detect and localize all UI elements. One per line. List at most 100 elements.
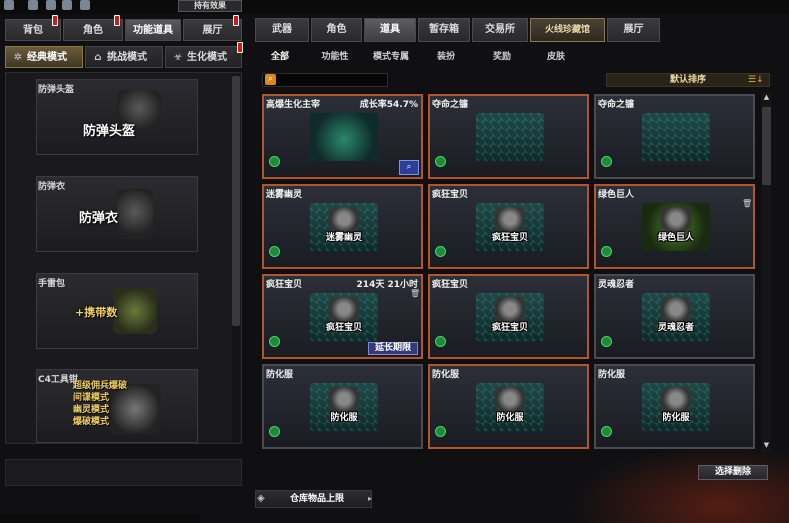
inventory-card[interactable]: 夺命之镰 [428,94,589,179]
item-type-icon [269,426,280,437]
character-portrait [310,203,378,251]
tab-role[interactable]: 角色 [311,18,362,42]
inventory-scroll-thumb[interactable] [762,107,771,185]
storage-limit-button[interactable]: 仓库物品上限 [255,490,372,508]
vest-icon [117,189,153,239]
slot-title: 防弹衣 [38,182,66,192]
growth-rate: 成长率54.7% [359,100,418,110]
portrait-label: 疯狂宝贝 [325,323,362,333]
slot-name: 防弹衣 [79,211,119,226]
item-type-icon [269,156,280,167]
character-portrait [310,293,378,341]
inventory-card[interactable]: 绿色巨人 🗑 绿色巨人 [594,184,755,269]
slot-name: +携带数 [75,306,118,319]
tab-weapons[interactable]: 武器 [255,18,309,42]
inventory-card[interactable]: 防化服 防化服 [262,364,423,449]
fire-decoration [560,440,789,523]
subtab-functional[interactable]: 功能性 [312,49,358,63]
c4-mode-line: 间谍模式 [73,393,110,403]
vest-slot[interactable]: 防弹衣 防弹衣 [36,176,198,252]
portrait-label: 防化服 [662,413,690,423]
biohazard-emblem-icon [310,113,378,161]
c4-mode-line: 幽灵模式 [73,405,110,415]
inventory-card[interactable]: 夺命之镰 [594,94,755,179]
grenade-slot[interactable]: 手雷包 +携带数 [36,273,198,349]
item-type-icon [435,426,446,437]
item-type-icon [269,246,280,257]
portrait-label: 防化服 [330,413,358,423]
apply-effect-button[interactable]: 持有效果 [178,0,242,12]
item-name: 夺命之镰 [432,100,469,110]
biohazard-mode-icon: ☣ [173,52,183,63]
tab-character[interactable]: 角色 [63,15,123,41]
item-name: 防化服 [266,370,294,380]
inventory-card[interactable]: 迷雾幽灵 迷雾幽灵 [262,184,423,269]
inventory-card[interactable]: 防化服 防化服 [594,364,755,449]
slot-title: C4工具钳 [38,375,78,385]
signal-icon [28,0,38,10]
slot-title: 手雷包 [38,279,66,289]
c4-tool-slot[interactable]: C4工具钳 超级佣兵爆破 间谍模式 幽灵模式 爆破模式 [36,369,198,443]
extend-duration-button[interactable]: 延长期限 [368,342,418,355]
portrait-label: 灵魂忍者 [657,323,694,333]
sort-dropdown[interactable]: 默认排序 [606,73,770,87]
chevron-right-icon: ▸ [368,494,373,503]
search-icon[interactable]: ⌕ [265,74,276,85]
subtab-mode-exclusive[interactable]: 模式专属 [364,49,418,63]
subtab-all[interactable]: 全部 [262,49,298,63]
item-type-icon [435,336,446,347]
magnify-icon[interactable]: ⌕ [399,160,419,175]
hazmat-suit-portrait [310,383,378,431]
item-name: 疯狂宝贝 [266,280,303,290]
tab-challenge-mode[interactable]: ⌂ 挑战模式 [85,46,163,68]
top-strip [0,0,789,14]
subtab-rewards[interactable]: 奖励 [484,49,520,63]
tab-storage-box[interactable]: 暂存箱 [418,18,470,42]
search-input[interactable] [262,73,388,87]
trash-icon[interactable]: 🗑 [742,200,752,208]
inventory-card[interactable]: 灵魂忍者 灵魂忍者 [594,274,755,359]
equipment-scroll-thumb[interactable] [232,76,240,326]
item-name: 夺命之镰 [598,100,635,110]
item-name: 高爆生化主宰 [266,100,321,110]
item-type-icon [435,156,446,167]
tab-showroom-right[interactable]: 展厅 [607,18,660,42]
status-icon [4,0,14,10]
helmet-slot[interactable]: 防弹头盔 防弹头盔 [36,79,198,155]
tab-backpack[interactable]: 背包 [5,15,61,41]
hazmat-suit-portrait [476,383,544,431]
subtab-skins[interactable]: 皮肤 [538,49,574,63]
inventory-card[interactable]: 疯狂宝贝 214天 21小时 🗑 疯狂宝贝 延长期限 [262,274,423,359]
mode-label: 挑战模式 [107,52,147,63]
scythe-icon [642,113,710,161]
tab-showroom[interactable]: 展厅 [183,15,242,41]
item-type-icon [601,336,612,347]
tab-classic-mode[interactable]: ✲ 经典模式 [5,46,83,68]
tab-collection-hall[interactable]: 火线珍藏馆 [530,18,605,42]
notification-badge [52,15,58,26]
trash-icon[interactable]: 🗑 [410,290,420,298]
sword-icon [62,0,72,10]
item-type-icon [269,336,280,347]
subtab-outfit[interactable]: 装扮 [428,49,464,63]
inventory-card[interactable]: 疯狂宝贝 疯狂宝贝 [428,274,589,359]
item-name: 防化服 [598,370,626,380]
scroll-up-arrow-icon[interactable]: ▲ [762,93,771,102]
challenge-mode-icon: ⌂ [94,52,102,63]
tab-biohazard-mode[interactable]: ☣ 生化模式 [165,42,243,68]
sort-order-icon[interactable]: ☰↓ [748,74,768,86]
left-footer-bar [5,459,242,486]
inventory-card[interactable]: 疯狂宝贝 疯狂宝贝 [428,184,589,269]
item-name: 疯狂宝贝 [432,190,469,200]
item-type-icon [601,246,612,257]
tab-exchange[interactable]: 交易所 [472,18,528,42]
item-name: 疯狂宝贝 [432,280,469,290]
notification-badge [237,42,243,53]
hazmat-suit-portrait [642,383,710,431]
select-delete-button[interactable]: 选择删除 [698,465,768,480]
inventory-card[interactable]: 高爆生化主宰 成长率54.7% ⌕ [262,94,423,179]
tab-functional-items[interactable]: 功能道具 [125,19,181,41]
inventory-card[interactable]: 防化服 防化服 [428,364,589,449]
portrait-label: 疯狂宝贝 [491,323,528,333]
tab-items[interactable]: 道具 [364,18,416,42]
